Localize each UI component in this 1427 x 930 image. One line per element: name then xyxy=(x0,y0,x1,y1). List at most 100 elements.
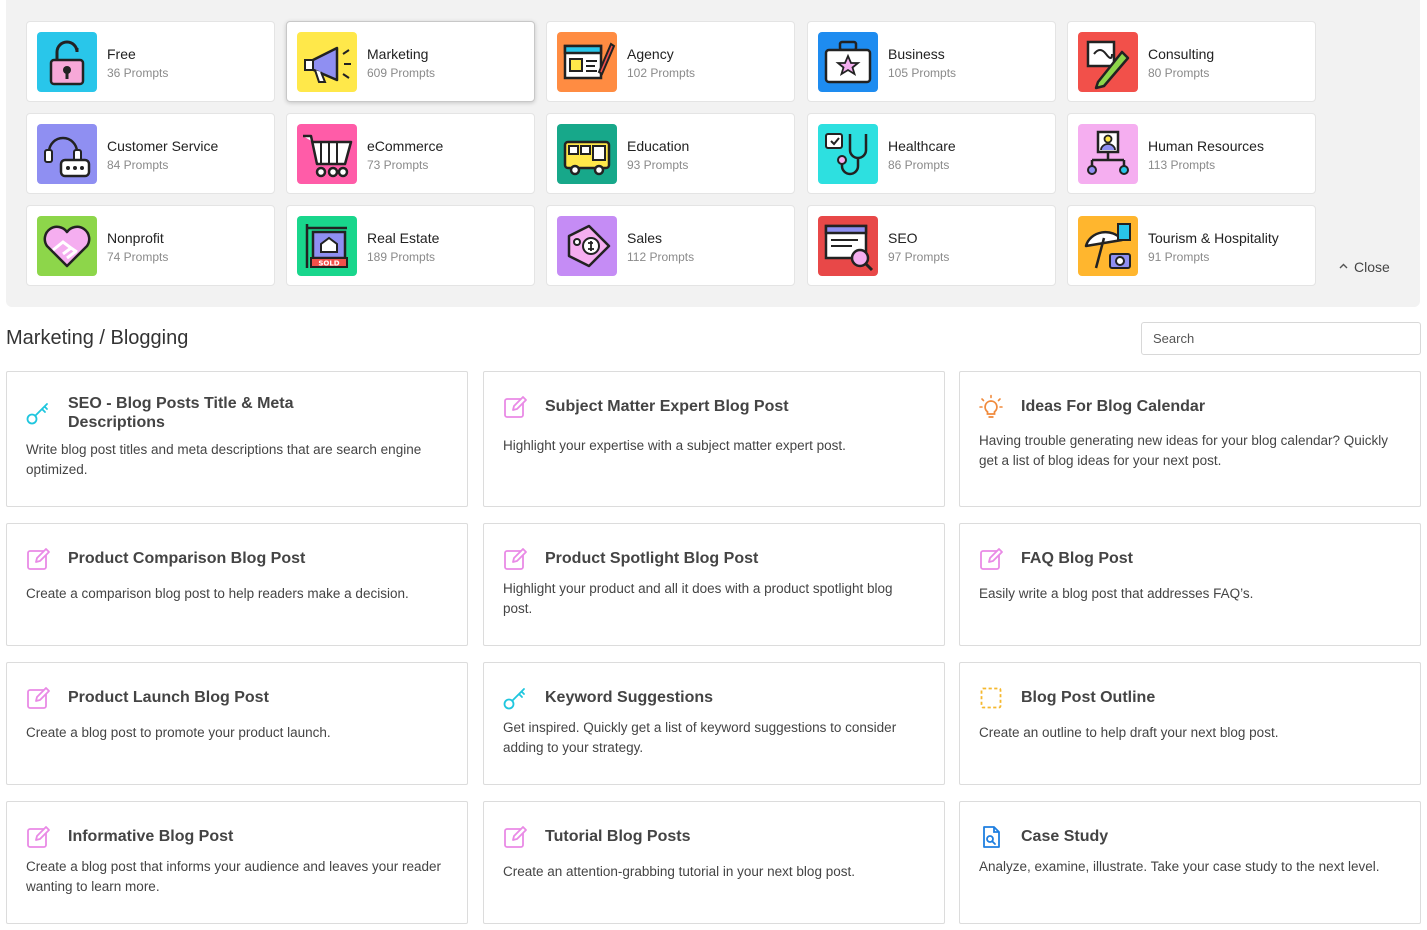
close-label: Close xyxy=(1354,259,1390,275)
category-card-business[interactable]: Business 105 Prompts xyxy=(807,21,1056,102)
template-title: Case Study xyxy=(1021,828,1109,845)
pen-icon xyxy=(978,546,1004,572)
category-card-human-resources[interactable]: Human Resources 113 Prompts xyxy=(1067,113,1316,194)
template-description: Create a blog post to promote your produ… xyxy=(26,725,331,740)
school-bus-icon xyxy=(557,124,617,184)
template-description: Analyze, examine, illustrate. Take your … xyxy=(979,859,1380,874)
template-description: Create an attention-grabbing tutorial in… xyxy=(503,864,855,879)
category-card-consulting[interactable]: Consulting 80 Prompts xyxy=(1067,21,1316,102)
template-description: Create an outline to help draft your nex… xyxy=(979,725,1279,740)
category-name: Consulting xyxy=(1148,46,1215,62)
template-title: SEO - Blog Posts Title & Meta Descriptio… xyxy=(68,395,294,431)
category-card-ecommerce[interactable]: eCommerce 73 Prompts xyxy=(286,113,535,194)
category-name: Healthcare xyxy=(888,138,956,154)
pen-icon xyxy=(25,685,51,711)
template-card[interactable]: Informative Blog Post Create a blog post… xyxy=(6,801,468,924)
category-name: Human Resources xyxy=(1148,138,1264,154)
category-card-agency[interactable]: Agency 102 Prompts xyxy=(546,21,795,102)
category-count: 113 Prompts xyxy=(1148,158,1216,172)
template-card[interactable]: Case Study Analyze, examine, illustrate.… xyxy=(959,801,1421,924)
pen-icon xyxy=(25,546,51,572)
category-card-customer-service[interactable]: Customer Service 84 Prompts xyxy=(26,113,275,194)
template-description: Write blog post titles and meta descript… xyxy=(26,442,422,477)
pen-icon xyxy=(25,824,51,850)
template-title: Product Launch Blog Post xyxy=(68,689,269,706)
category-name: Customer Service xyxy=(107,138,219,154)
template-description: Get inspired. Quickly get a list of keyw… xyxy=(503,720,897,755)
category-count: 74 Prompts xyxy=(107,250,169,264)
category-card-sales[interactable]: Sales 112 Prompts xyxy=(546,205,795,286)
key-icon xyxy=(25,400,51,426)
template-description: Create a comparison blog post to help re… xyxy=(26,586,409,601)
chevron-up-icon xyxy=(1339,261,1348,272)
beach-umbrella-icon xyxy=(1078,216,1138,276)
design-board-icon xyxy=(557,32,617,92)
template-card[interactable]: FAQ Blog Post Easily write a blog post t… xyxy=(959,523,1421,646)
template-title: Product Comparison Blog Post xyxy=(68,550,306,567)
category-count: 189 Prompts xyxy=(367,250,436,264)
template-card[interactable]: Keyword Suggestions Get inspired. Quickl… xyxy=(483,662,945,785)
template-description: Easily write a blog post that addresses … xyxy=(979,586,1254,601)
category-name: Real Estate xyxy=(367,230,440,246)
category-panel: Free 36 Prompts Marketing 609 Prompts Ag… xyxy=(6,0,1420,307)
category-card-healthcare[interactable]: Healthcare 86 Prompts xyxy=(807,113,1056,194)
category-count: 73 Prompts xyxy=(367,158,429,172)
template-card[interactable]: Subject Matter Expert Blog Post Highligh… xyxy=(483,371,945,507)
close-button[interactable]: Close xyxy=(1339,259,1390,275)
category-card-free[interactable]: Free 36 Prompts xyxy=(26,21,275,102)
category-card-tourism-hospitality[interactable]: Tourism & Hospitality 91 Prompts xyxy=(1067,205,1316,286)
lightbulb-icon xyxy=(978,394,1004,420)
category-card-nonprofit[interactable]: Nonprofit 74 Prompts xyxy=(26,205,275,286)
template-card[interactable]: Tutorial Blog Posts Create an attention-… xyxy=(483,801,945,924)
category-count: 91 Prompts xyxy=(1148,250,1210,264)
pen-icon xyxy=(502,546,528,572)
category-name: SEO xyxy=(888,230,918,246)
category-card-seo[interactable]: SEO 97 Prompts xyxy=(807,205,1056,286)
price-tag-icon xyxy=(557,216,617,276)
category-count: 36 Prompts xyxy=(107,66,169,80)
template-title: Blog Post Outline xyxy=(1021,689,1156,706)
browser-search-icon xyxy=(818,216,878,276)
category-name: Nonprofit xyxy=(107,230,164,246)
category-card-real-estate[interactable]: SOLD Real Estate 189 Prompts xyxy=(286,205,535,286)
category-count: 102 Prompts xyxy=(627,66,696,80)
sold-sign-icon: SOLD xyxy=(297,216,357,276)
org-chart-icon xyxy=(1078,124,1138,184)
category-count: 112 Prompts xyxy=(627,250,695,264)
outline-icon xyxy=(978,685,1004,711)
template-title: FAQ Blog Post xyxy=(1021,550,1133,567)
headset-chat-icon xyxy=(37,124,97,184)
sold-sign-text: SOLD xyxy=(318,260,339,268)
template-title: Informative Blog Post xyxy=(68,828,234,845)
template-card[interactable]: Blog Post Outline Create an outline to h… xyxy=(959,662,1421,785)
document-search-icon xyxy=(978,824,1004,850)
template-card[interactable]: SEO - Blog Posts Title & Meta Descriptio… xyxy=(6,371,468,507)
category-count: 84 Prompts xyxy=(107,158,169,172)
template-description: Create a blog post that informs your aud… xyxy=(26,859,441,894)
category-name: Agency xyxy=(627,46,674,62)
page-title: Marketing / Blogging xyxy=(6,327,189,349)
template-description: Highlight your product and all it does w… xyxy=(503,581,893,616)
template-title: Tutorial Blog Posts xyxy=(545,828,691,845)
category-name: eCommerce xyxy=(367,138,444,154)
template-card[interactable]: Ideas For Blog Calendar Having trouble g… xyxy=(959,371,1421,507)
category-count: 80 Prompts xyxy=(1148,66,1210,80)
category-count: 97 Prompts xyxy=(888,250,950,264)
search-input[interactable] xyxy=(1141,322,1421,355)
heart-handshake-icon xyxy=(37,216,97,276)
template-title: Subject Matter Expert Blog Post xyxy=(545,398,789,415)
category-count: 609 Prompts xyxy=(367,66,436,80)
template-card[interactable]: Product Comparison Blog Post Create a co… xyxy=(6,523,468,646)
template-description: Having trouble generating new ideas for … xyxy=(979,433,1388,468)
category-name: Marketing xyxy=(367,46,429,62)
category-card-marketing[interactable]: Marketing 609 Prompts xyxy=(286,21,535,102)
template-card[interactable]: Product Spotlight Blog Post Highlight yo… xyxy=(483,523,945,646)
template-description: Highlight your expertise with a subject … xyxy=(503,438,846,453)
template-card[interactable]: Product Launch Blog Post Create a blog p… xyxy=(6,662,468,785)
category-card-education[interactable]: Education 93 Prompts xyxy=(546,113,795,194)
pen-icon xyxy=(502,824,528,850)
category-name: Free xyxy=(107,46,136,62)
template-title: Product Spotlight Blog Post xyxy=(545,550,759,567)
key-icon xyxy=(502,685,528,711)
stethoscope-icon xyxy=(818,124,878,184)
